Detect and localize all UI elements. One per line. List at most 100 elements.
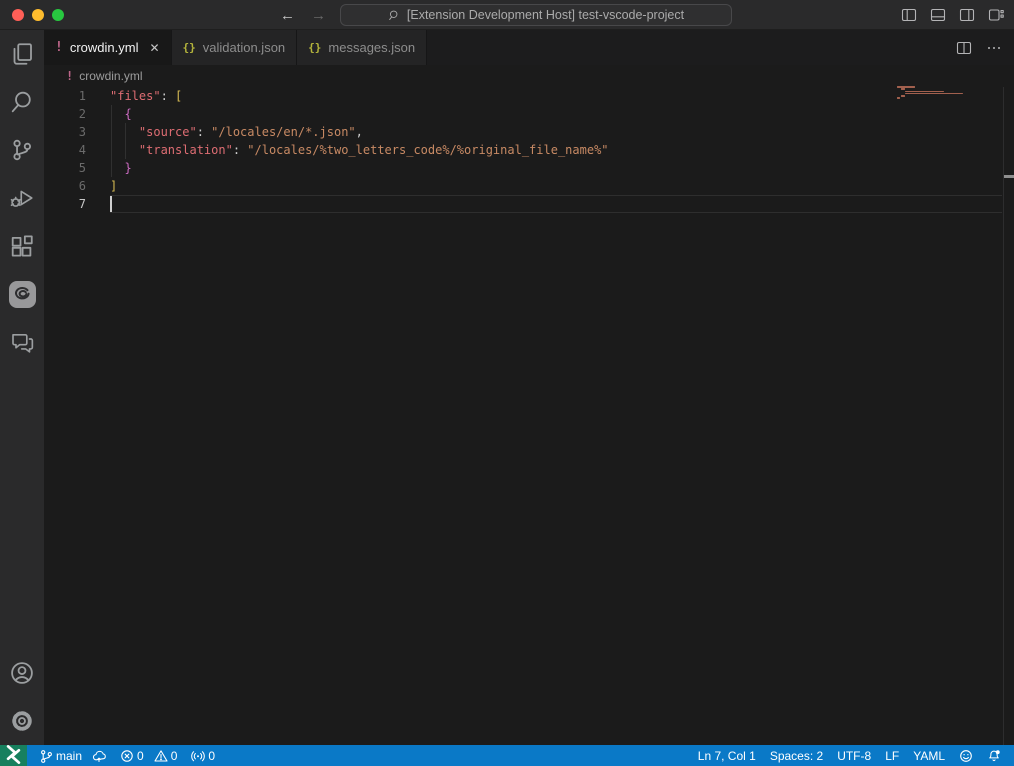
split-editor-button[interactable] (956, 40, 972, 56)
status-item-feedback[interactable] (952, 745, 980, 766)
activity-item-search[interactable] (0, 78, 44, 126)
line-content: "source": "/locales/en/*.json", (110, 123, 363, 141)
status-item-ports[interactable]: 0 (184, 745, 222, 766)
zoom-window-button[interactable] (52, 9, 64, 21)
code-line-2: 2 { (44, 105, 1014, 123)
status-text: 0 (171, 749, 178, 763)
remote-icon (0, 741, 27, 766)
status-part: main (39, 749, 82, 763)
bell-icon (987, 749, 1001, 763)
search-icon (10, 90, 34, 114)
status-item-language-mode[interactable]: YAML (906, 745, 952, 766)
comments-icon (10, 330, 34, 354)
customize-layout-button[interactable] (988, 7, 1004, 23)
titlebar: ← → [Extension Development Host] test-vs… (0, 0, 1014, 30)
crowdin-icon (9, 281, 36, 308)
command-center[interactable]: [Extension Development Host] test-vscode… (340, 4, 732, 26)
code-line-5: 5 } (44, 159, 1014, 177)
json-file-icon: {} (308, 41, 321, 54)
tab-crowdin-yml[interactable]: !crowdin.yml✕ (44, 30, 172, 65)
status-bar: main000 Ln 7, Col 1Spaces: 2UTF-8LFYAML (0, 745, 1014, 766)
code-line-7: 7 (44, 195, 1014, 213)
back-arrow-icon[interactable]: ← (280, 7, 295, 24)
status-text: 0 (137, 749, 144, 763)
activity-item-run-debug[interactable] (0, 174, 44, 222)
tab-label: crowdin.yml (70, 40, 139, 55)
titlebar-layout-actions (901, 0, 1004, 30)
status-item-indentation[interactable]: Spaces: 2 (763, 745, 830, 766)
code-line-4: 4 "translation": "/locales/%two_letters_… (44, 141, 1014, 159)
close-icon[interactable]: ✕ (149, 41, 159, 55)
status-item-branch[interactable]: main (32, 745, 113, 766)
line-content: "translation": "/locales/%two_letters_co… (110, 141, 609, 159)
search-icon (388, 9, 401, 22)
editor-actions (956, 30, 1014, 65)
toggle-secondary-sidebar-button[interactable] (959, 7, 975, 23)
status-item-cursor-position[interactable]: Ln 7, Col 1 (691, 745, 763, 766)
status-part: 0 (120, 749, 144, 763)
code-area[interactable]: 1"files": [2 {3 "source": "/locales/en/*… (44, 87, 1014, 213)
status-text: Ln 7, Col 1 (698, 749, 756, 763)
activity-item-comments[interactable] (0, 318, 44, 366)
line-content: ] (110, 177, 117, 195)
settings-icon (10, 709, 34, 733)
line-number: 5 (44, 159, 110, 177)
line-number: 3 (44, 123, 110, 141)
remote-indicator[interactable] (0, 745, 27, 766)
broadcast-icon (191, 749, 205, 763)
status-text: LF (885, 749, 899, 763)
status-part: 0 (191, 749, 215, 763)
status-part: LF (885, 749, 899, 763)
minimap-line (897, 97, 900, 99)
minimap-line (901, 88, 905, 90)
warning-icon (154, 749, 168, 763)
activity-bar-top (0, 30, 44, 649)
editor[interactable]: ! crowdin.yml 1"files": [2 {3 "source": … (44, 65, 1014, 745)
status-item-problems[interactable]: 00 (113, 745, 184, 766)
activity-item-explorer[interactable] (0, 30, 44, 78)
activity-item-settings[interactable] (0, 697, 44, 745)
minimap-line (901, 95, 905, 97)
history-nav: ← → (280, 0, 326, 30)
status-part (987, 749, 1001, 763)
activity-item-accounts[interactable] (0, 649, 44, 697)
toggle-primary-sidebar-button[interactable] (901, 7, 917, 23)
overview-ruler (1003, 87, 1004, 745)
activity-bar (0, 30, 44, 745)
toggle-panel-button[interactable] (930, 7, 946, 23)
status-text: Spaces: 2 (770, 749, 823, 763)
overview-cursor-marker (1004, 175, 1014, 178)
activity-item-crowdin[interactable] (0, 270, 44, 318)
code-line-3: 3 "source": "/locales/en/*.json", (44, 123, 1014, 141)
status-part (92, 749, 106, 763)
status-part: Ln 7, Col 1 (698, 749, 756, 763)
status-item-notifications[interactable] (980, 745, 1008, 766)
tab-messages-json[interactable]: {}messages.json (297, 30, 427, 65)
extensions-icon (10, 234, 34, 258)
window-title: [Extension Development Host] test-vscode… (407, 8, 684, 22)
more-actions-button[interactable] (986, 40, 1002, 56)
breadcrumb[interactable]: ! crowdin.yml (44, 65, 1014, 87)
line-content: } (110, 159, 132, 177)
text-cursor (110, 196, 112, 212)
tab-validation-json[interactable]: {}validation.json (172, 30, 298, 65)
code-line-1: 1"files": [ (44, 87, 1014, 105)
activity-bar-bottom (0, 649, 44, 745)
smiley-icon (959, 749, 973, 763)
git-branch-icon (39, 749, 53, 763)
minimize-window-button[interactable] (32, 9, 44, 21)
status-item-eol[interactable]: LF (878, 745, 906, 766)
status-part: 0 (154, 749, 178, 763)
code-line-6: 6] (44, 177, 1014, 195)
breadcrumb-file-label: crowdin.yml (79, 69, 142, 83)
activity-item-source-control[interactable] (0, 126, 44, 174)
status-text: YAML (913, 749, 945, 763)
account-icon (10, 661, 34, 685)
close-window-button[interactable] (12, 9, 24, 21)
status-item-encoding[interactable]: UTF-8 (830, 745, 878, 766)
status-part: YAML (913, 749, 945, 763)
activity-item-extensions[interactable] (0, 222, 44, 270)
indent-guide (125, 123, 126, 159)
forward-arrow-icon: → (311, 7, 326, 24)
tab-label: validation.json (203, 40, 285, 55)
